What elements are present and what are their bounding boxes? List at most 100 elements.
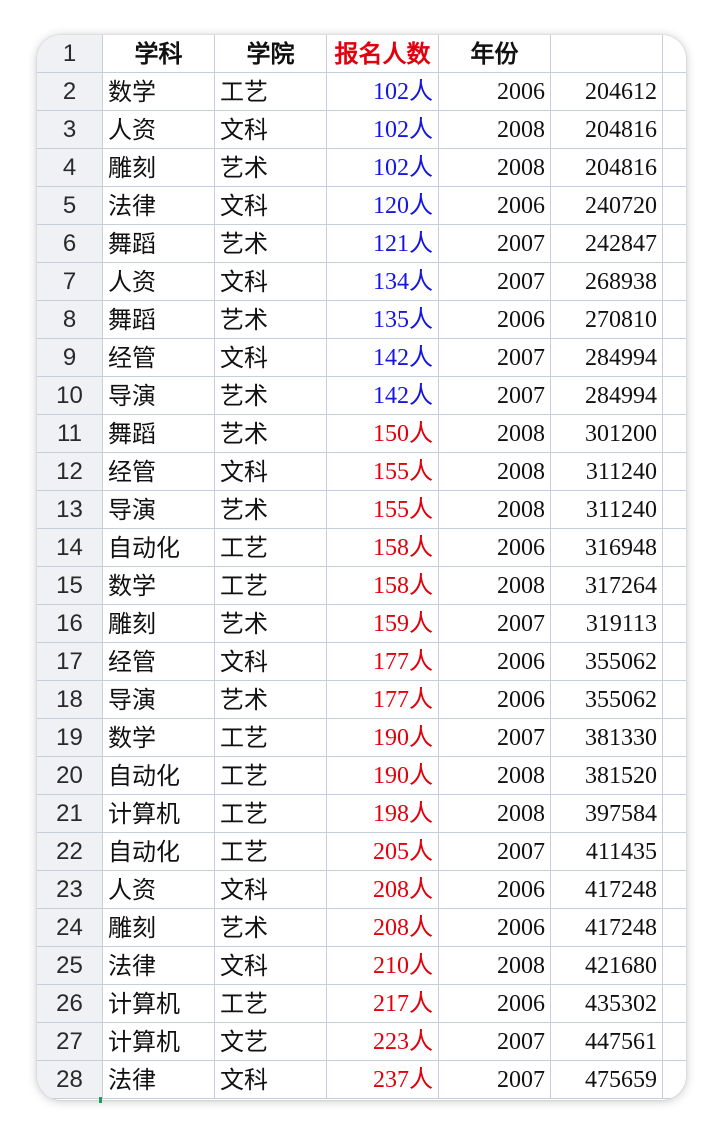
- cell-college[interactable]: 艺术: [215, 149, 327, 187]
- cell-subject[interactable]: 计算机: [103, 985, 215, 1023]
- cell-value[interactable]: 397584: [551, 795, 663, 833]
- row-header[interactable]: 6: [37, 225, 103, 263]
- cell-college[interactable]: 文科: [215, 871, 327, 909]
- cell-enrollment[interactable]: 190人: [327, 757, 439, 795]
- empty-cell[interactable]: [663, 643, 686, 681]
- row-header[interactable]: 1: [37, 35, 103, 73]
- cell-college[interactable]: 艺术: [215, 909, 327, 947]
- cell-subject[interactable]: 雕刻: [103, 149, 215, 187]
- cell-value[interactable]: 240720: [551, 187, 663, 225]
- cell-value[interactable]: 381330: [551, 719, 663, 757]
- cell-year[interactable]: 2006: [439, 529, 551, 567]
- empty-cell[interactable]: [663, 1061, 686, 1099]
- cell-subject[interactable]: 人资: [103, 111, 215, 149]
- row-header[interactable]: 11: [37, 415, 103, 453]
- cell-year[interactable]: 2006: [439, 985, 551, 1023]
- cell-year[interactable]: 2007: [439, 263, 551, 301]
- cell-enrollment[interactable]: 190人: [327, 719, 439, 757]
- cell-enrollment[interactable]: 208人: [327, 871, 439, 909]
- empty-cell[interactable]: [663, 871, 686, 909]
- column-header-college[interactable]: 学院: [215, 35, 327, 73]
- cell-subject[interactable]: 导演: [103, 491, 215, 529]
- cell-college[interactable]: 艺术: [215, 225, 327, 263]
- empty-cell[interactable]: [663, 111, 686, 149]
- cell-value[interactable]: 319113: [551, 605, 663, 643]
- row-header[interactable]: 14: [37, 529, 103, 567]
- cell-enrollment[interactable]: 159人: [327, 605, 439, 643]
- cell-year[interactable]: 2007: [439, 377, 551, 415]
- empty-cell[interactable]: [663, 947, 686, 985]
- cell-enrollment[interactable]: 142人: [327, 377, 439, 415]
- row-header[interactable]: 3: [37, 111, 103, 149]
- cell-year[interactable]: 2006: [439, 73, 551, 111]
- cell-subject[interactable]: 导演: [103, 377, 215, 415]
- cell-value[interactable]: 270810: [551, 301, 663, 339]
- cell-year[interactable]: 2007: [439, 1061, 551, 1099]
- cell-year[interactable]: 2006: [439, 681, 551, 719]
- cell-value[interactable]: 447561: [551, 1023, 663, 1061]
- cell-subject[interactable]: 数学: [103, 567, 215, 605]
- row-header[interactable]: 22: [37, 833, 103, 871]
- empty-cell[interactable]: [663, 985, 686, 1023]
- empty-cell[interactable]: [663, 491, 686, 529]
- cell-subject[interactable]: 法律: [103, 187, 215, 225]
- cell-enrollment[interactable]: 121人: [327, 225, 439, 263]
- cell-year[interactable]: 2006: [439, 871, 551, 909]
- cell-subject[interactable]: 经管: [103, 339, 215, 377]
- empty-cell[interactable]: [663, 719, 686, 757]
- cell-enrollment[interactable]: 120人: [327, 187, 439, 225]
- selection-fill-handle[interactable]: [99, 1097, 102, 1103]
- row-header[interactable]: 23: [37, 871, 103, 909]
- row-header[interactable]: 25: [37, 947, 103, 985]
- cell-year[interactable]: 2007: [439, 339, 551, 377]
- cell-college[interactable]: 工艺: [215, 73, 327, 111]
- cell-college[interactable]: 工艺: [215, 985, 327, 1023]
- cell-enrollment[interactable]: 205人: [327, 833, 439, 871]
- cell-year[interactable]: 2006: [439, 909, 551, 947]
- cell-year[interactable]: 2007: [439, 1023, 551, 1061]
- row-header[interactable]: 9: [37, 339, 103, 377]
- cell-college[interactable]: 艺术: [215, 491, 327, 529]
- cell-subject[interactable]: 计算机: [103, 795, 215, 833]
- cell-enrollment[interactable]: 177人: [327, 681, 439, 719]
- empty-cell[interactable]: [663, 35, 686, 73]
- row-header[interactable]: 20: [37, 757, 103, 795]
- cell-subject[interactable]: 自动化: [103, 833, 215, 871]
- cell-value[interactable]: 311240: [551, 453, 663, 491]
- cell-college[interactable]: 艺术: [215, 301, 327, 339]
- row-header[interactable]: 24: [37, 909, 103, 947]
- cell-college[interactable]: 工艺: [215, 719, 327, 757]
- cell-enrollment[interactable]: 217人: [327, 985, 439, 1023]
- cell-value[interactable]: 301200: [551, 415, 663, 453]
- empty-cell[interactable]: [663, 225, 686, 263]
- cell-enrollment[interactable]: 208人: [327, 909, 439, 947]
- empty-cell[interactable]: [663, 187, 686, 225]
- row-header[interactable]: 19: [37, 719, 103, 757]
- cell-enrollment[interactable]: 135人: [327, 301, 439, 339]
- cell-college[interactable]: 艺术: [215, 377, 327, 415]
- cell-value[interactable]: 417248: [551, 909, 663, 947]
- cell-enrollment[interactable]: 134人: [327, 263, 439, 301]
- cell-college[interactable]: 文科: [215, 947, 327, 985]
- row-header[interactable]: 26: [37, 985, 103, 1023]
- cell-college[interactable]: 工艺: [215, 529, 327, 567]
- empty-cell[interactable]: [663, 301, 686, 339]
- empty-cell[interactable]: [663, 453, 686, 491]
- row-header[interactable]: 10: [37, 377, 103, 415]
- cell-value[interactable]: 417248: [551, 871, 663, 909]
- cell-college[interactable]: 工艺: [215, 567, 327, 605]
- column-header-subject[interactable]: 学科: [103, 35, 215, 73]
- cell-subject[interactable]: 经管: [103, 453, 215, 491]
- cell-year[interactable]: 2008: [439, 757, 551, 795]
- row-header[interactable]: 5: [37, 187, 103, 225]
- cell-subject[interactable]: 人资: [103, 263, 215, 301]
- cell-subject[interactable]: 数学: [103, 719, 215, 757]
- column-header-enrollment[interactable]: 报名人数: [327, 35, 439, 73]
- empty-cell[interactable]: [663, 909, 686, 947]
- cell-enrollment[interactable]: 150人: [327, 415, 439, 453]
- empty-cell[interactable]: [663, 263, 686, 301]
- cell-enrollment[interactable]: 158人: [327, 567, 439, 605]
- empty-cell[interactable]: [663, 529, 686, 567]
- cell-college[interactable]: 艺术: [215, 605, 327, 643]
- cell-college[interactable]: 文科: [215, 1061, 327, 1099]
